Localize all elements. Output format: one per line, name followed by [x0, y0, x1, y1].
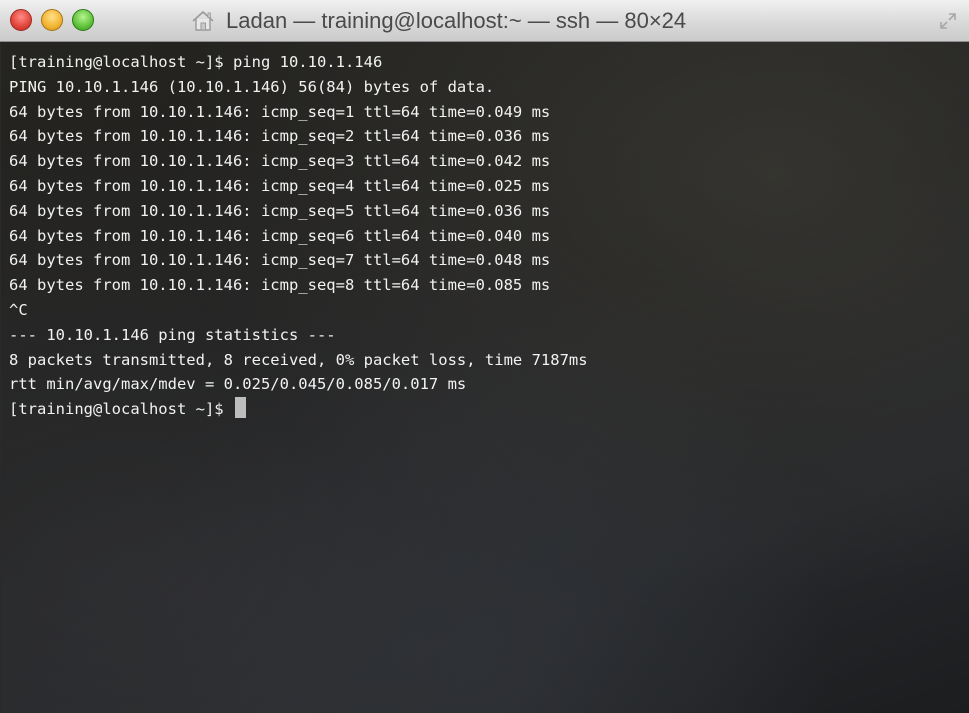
terminal-line: [training@localhost ~]$ ping 10.10.1.146 — [9, 53, 383, 71]
terminal-line: 8 packets transmitted, 8 received, 0% pa… — [9, 350, 588, 369]
window-title-group: Ladan — training@localhost:~ — ssh — 80×… — [190, 0, 686, 42]
terminal-content[interactable]: [training@localhost ~]$ ping 10.10.1.146… — [0, 42, 969, 713]
terminal-line: 64 bytes from 10.10.1.146: icmp_seq=2 tt… — [9, 127, 551, 146]
terminal-line: ^C — [9, 300, 28, 319]
terminal-line: 64 bytes from 10.10.1.146: icmp_seq=4 tt… — [9, 176, 551, 195]
shell-prompt: [training@localhost ~]$ — [9, 400, 233, 419]
terminal-line: 64 bytes from 10.10.1.146: icmp_seq=5 tt… — [9, 201, 551, 220]
terminal-line: 64 bytes from 10.10.1.146: icmp_seq=7 tt… — [9, 251, 551, 270]
terminal-line: PING 10.10.1.146 (10.10.1.146) 56(84) by… — [9, 77, 495, 96]
fullscreen-resize-icon[interactable] — [939, 12, 957, 30]
home-icon — [192, 11, 214, 31]
terminal-line: --- 10.10.1.146 ping statistics --- — [9, 325, 336, 344]
terminal-line: 64 bytes from 10.10.1.146: icmp_seq=3 tt… — [9, 152, 551, 171]
window-title: Ladan — training@localhost:~ — ssh — 80×… — [226, 8, 687, 33]
zoom-icon — [73, 10, 93, 30]
text-cursor — [234, 397, 246, 419]
title-bar[interactable]: Ladan — training@localhost:~ — ssh — 80×… — [0, 0, 969, 42]
terminal-line: 64 bytes from 10.10.1.146: icmp_seq=6 tt… — [9, 226, 551, 245]
terminal-window: Ladan — training@localhost:~ — ssh — 80×… — [0, 0, 969, 713]
zoom-button[interactable] — [72, 9, 94, 31]
terminal-line: 64 bytes from 10.10.1.146: icmp_seq=1 tt… — [9, 102, 551, 121]
minimize-icon — [42, 10, 62, 30]
terminal-line: rtt min/avg/max/mdev = 0.025/0.045/0.085… — [9, 375, 467, 394]
terminal-line: 64 bytes from 10.10.1.146: icmp_seq=8 tt… — [9, 276, 551, 295]
close-button[interactable] — [10, 9, 32, 31]
close-icon — [11, 10, 31, 30]
prompt-line[interactable]: [training@localhost ~]$ — [9, 397, 588, 422]
terminal-output: [training@localhost ~]$ ping 10.10.1.146… — [9, 50, 588, 422]
minimize-button[interactable] — [41, 9, 63, 31]
